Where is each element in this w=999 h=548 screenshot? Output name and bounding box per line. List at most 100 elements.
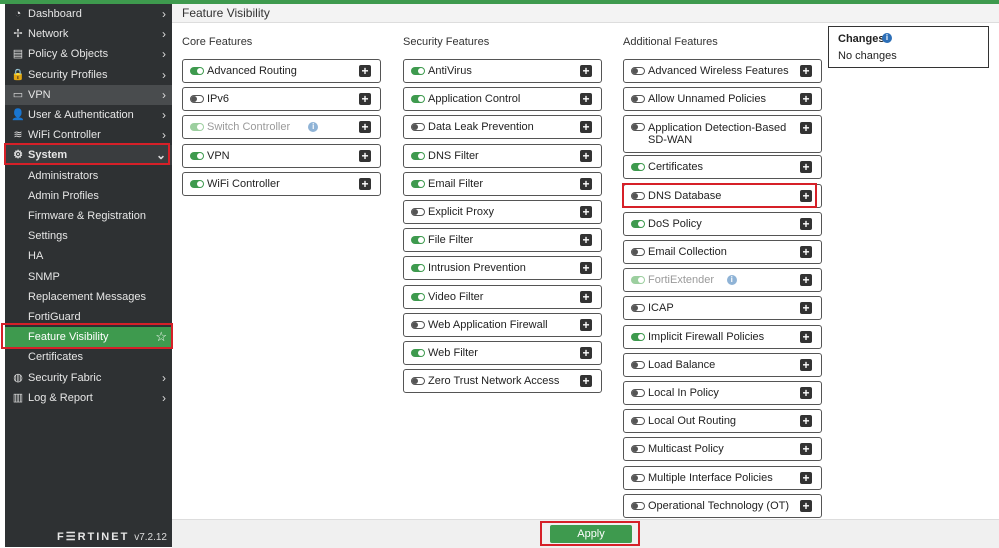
expand-plus-icon[interactable]: + [359, 121, 371, 134]
toggle-switch[interactable] [411, 179, 425, 188]
toggle-switch[interactable] [411, 236, 425, 245]
expand-plus-icon[interactable]: + [800, 122, 812, 135]
feature-dns-filter[interactable]: DNS Filter + [403, 143, 602, 168]
toggle-switch[interactable] [631, 389, 645, 397]
sidebar-subitem-feature-visibility[interactable]: Feature Visibility ☆ [5, 327, 172, 348]
feature-load-balance[interactable]: Load Balance + [623, 352, 822, 377]
expand-plus-icon[interactable]: + [580, 318, 592, 331]
feature-wifi-controller[interactable]: WiFi Controller + [182, 171, 381, 196]
expand-plus-icon[interactable]: + [359, 93, 371, 106]
sidebar-item-network[interactable]: ✢ Network › [5, 24, 172, 44]
sidebar-item-dashboard[interactable]: ◔ Dashboard › [5, 4, 172, 24]
toggle-switch[interactable] [411, 151, 425, 160]
sidebar-item-log-report[interactable]: ▥ Log & Report › [5, 388, 172, 408]
feature-certificates[interactable]: Certificates + [623, 155, 822, 180]
expand-plus-icon[interactable]: + [580, 177, 592, 190]
expand-plus-icon[interactable]: + [580, 234, 592, 247]
toggle-switch[interactable] [411, 349, 425, 357]
feature-web-application-firewall[interactable]: Web Application Firewall + [403, 312, 602, 337]
feature-video-filter[interactable]: Video Filter + [403, 284, 602, 309]
expand-plus-icon[interactable]: + [580, 347, 592, 359]
toggle-switch[interactable] [631, 67, 645, 75]
toggle-switch[interactable] [411, 320, 425, 329]
toggle-switch[interactable] [631, 417, 645, 426]
toggle-switch[interactable] [631, 360, 645, 369]
toggle-switch[interactable] [411, 123, 425, 132]
feature-dns-database[interactable]: DNS Database + [623, 183, 822, 208]
apply-button[interactable]: Apply [550, 525, 632, 543]
expand-plus-icon[interactable]: + [800, 217, 812, 230]
expand-plus-icon[interactable]: + [580, 65, 592, 77]
expand-plus-icon[interactable]: + [800, 471, 812, 484]
toggle-switch[interactable] [631, 445, 645, 454]
toggle-switch[interactable] [190, 95, 204, 104]
expand-plus-icon[interactable]: + [800, 274, 812, 287]
sidebar-subitem-settings[interactable]: Settings [5, 226, 172, 246]
toggle-switch[interactable] [411, 208, 425, 216]
expand-plus-icon[interactable]: + [580, 262, 592, 275]
toggle-switch[interactable] [631, 501, 645, 510]
toggle-switch[interactable] [631, 163, 645, 172]
expand-plus-icon[interactable]: + [580, 206, 592, 218]
sidebar-subitem-replacement-messages[interactable]: Replacement Messages [5, 287, 172, 307]
feature-advanced-routing[interactable]: Advanced Routing + [182, 59, 381, 83]
expand-plus-icon[interactable]: + [359, 177, 371, 190]
sidebar-item-security-fabric[interactable]: ◍ Security Fabric › [5, 368, 172, 388]
expand-plus-icon[interactable]: + [800, 499, 812, 512]
expand-plus-icon[interactable]: + [800, 415, 812, 428]
toggle-switch[interactable] [411, 292, 425, 301]
toggle-switch[interactable] [190, 151, 204, 160]
toggle-switch[interactable] [190, 123, 204, 132]
feature-explicit-proxy[interactable]: Explicit Proxy + [403, 200, 602, 224]
feature-application-control[interactable]: Application Control + [403, 87, 602, 112]
toggle-switch[interactable] [631, 473, 645, 482]
expand-plus-icon[interactable]: + [580, 93, 592, 106]
feature-antivirus[interactable]: AntiVirus + [403, 59, 602, 83]
sidebar-item-wifi-controller[interactable]: ≋ WiFi Controller › [5, 125, 172, 145]
info-icon[interactable]: i [726, 275, 737, 286]
expand-plus-icon[interactable]: + [800, 302, 812, 315]
toggle-switch[interactable] [631, 304, 645, 313]
feature-switch-controller[interactable]: Switch Controller i + [182, 115, 381, 140]
sidebar-subitem-certificates[interactable]: Certificates [5, 347, 172, 367]
toggle-switch[interactable] [631, 332, 645, 341]
feature-vpn[interactable]: VPN + [182, 143, 381, 168]
feature-zero-trust-network-access[interactable]: Zero Trust Network Access + [403, 369, 602, 394]
expand-plus-icon[interactable]: + [800, 330, 812, 343]
expand-plus-icon[interactable]: + [580, 121, 592, 134]
expand-plus-icon[interactable]: + [800, 246, 812, 258]
toggle-switch[interactable] [631, 248, 645, 256]
feature-advanced-wireless-features[interactable]: Advanced Wireless Features + [623, 59, 822, 83]
toggle-switch[interactable] [631, 276, 645, 285]
feature-allow-unnamed-policies[interactable]: Allow Unnamed Policies + [623, 87, 822, 112]
feature-intrusion-prevention[interactable]: Intrusion Prevention + [403, 256, 602, 281]
sidebar-subitem-fortiguard[interactable]: FortiGuard [5, 307, 172, 327]
toggle-switch[interactable] [631, 123, 645, 132]
feature-icap[interactable]: ICAP + [623, 296, 822, 321]
expand-plus-icon[interactable]: + [800, 161, 812, 174]
star-icon[interactable]: ☆ [155, 327, 167, 347]
feature-email-filter[interactable]: Email Filter + [403, 171, 602, 196]
toggle-switch[interactable] [190, 67, 204, 75]
feature-data-leak-prevention[interactable]: Data Leak Prevention + [403, 115, 602, 140]
toggle-switch[interactable] [411, 377, 425, 386]
feature-implicit-firewall-policies[interactable]: Implicit Firewall Policies + [623, 324, 822, 349]
toggle-switch[interactable] [411, 264, 425, 273]
sidebar-item-user-authentication[interactable]: 👤 User & Authentication › [5, 105, 172, 125]
sidebar-subitem-administrators[interactable]: Administrators [5, 166, 172, 186]
expand-plus-icon[interactable]: + [359, 65, 371, 77]
sidebar-item-security-profiles[interactable]: 🔒 Security Profiles › [5, 65, 172, 85]
feature-local-out-routing[interactable]: Local Out Routing + [623, 409, 822, 434]
toggle-switch[interactable] [631, 219, 645, 228]
sidebar-item-vpn[interactable]: ▭ VPN › [5, 84, 172, 105]
sidebar-item-system[interactable]: ⚙ System ⌄ [5, 145, 172, 166]
info-icon[interactable]: i [308, 122, 319, 133]
expand-plus-icon[interactable]: + [800, 387, 812, 399]
toggle-switch[interactable] [411, 67, 425, 75]
sidebar-subitem-admin-profiles[interactable]: Admin Profiles [5, 186, 172, 206]
expand-plus-icon[interactable]: + [580, 290, 592, 303]
sidebar-subitem-ha[interactable]: HA [5, 246, 172, 266]
expand-plus-icon[interactable]: + [800, 93, 812, 106]
expand-plus-icon[interactable]: + [800, 358, 812, 371]
toggle-switch[interactable] [411, 95, 425, 104]
